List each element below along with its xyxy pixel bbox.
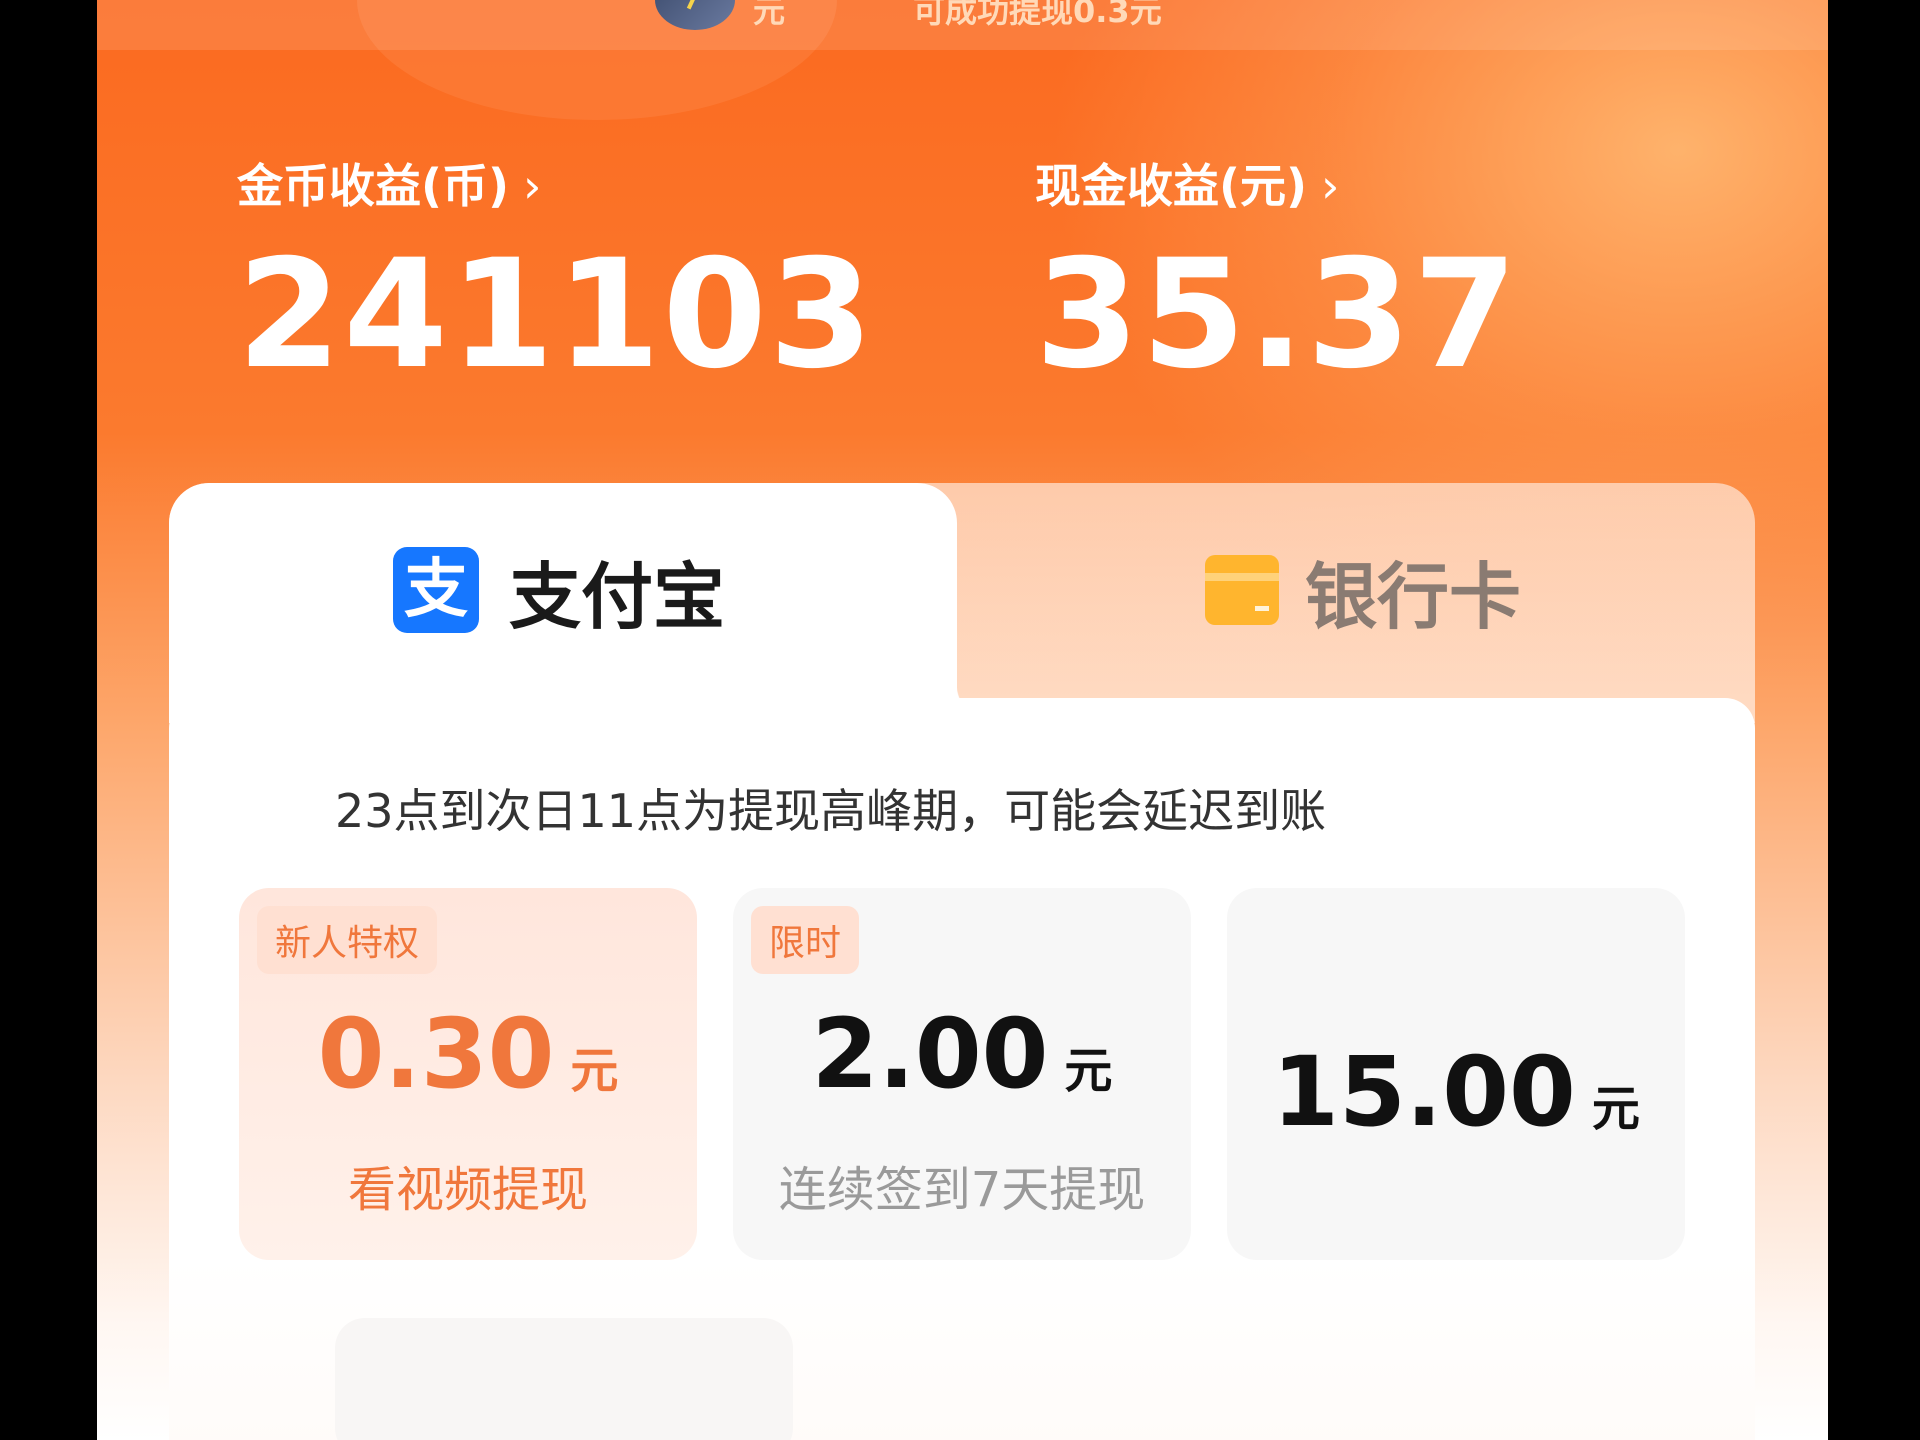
bank-card-icon	[1205, 555, 1279, 625]
tab-bank-content[interactable]: 银行卡	[1205, 545, 1521, 639]
withdraw-notice: 23点到次日11点为提现高峰期，可能会延迟到账	[335, 784, 1327, 838]
cash-earnings-value: 35.37	[1035, 228, 1520, 402]
top-banner-unit: 元	[753, 0, 786, 30]
option-desc: 看视频提现	[347, 1162, 588, 1218]
option-amount-value: 0.30	[317, 998, 555, 1110]
top-banner: 元 可成功提现0.3元	[97, 0, 1828, 50]
cash-earnings-link[interactable]: 现金收益(元) ›	[1035, 150, 1339, 216]
option-amount: 15.00 元	[1227, 1036, 1685, 1148]
withdraw-option-2.00[interactable]: 限时 2.00 元 连续签到7天提现	[733, 888, 1191, 1260]
option-amount-unit: 元	[570, 1043, 619, 1099]
avatar	[655, 0, 735, 30]
option-amount-value: 15.00	[1272, 1036, 1576, 1148]
chevron-right-icon: ›	[523, 159, 542, 213]
alipay-icon: 支	[393, 547, 479, 633]
coin-earnings-value: 241103	[237, 228, 876, 402]
tab-alipay-content[interactable]: 支 支付宝	[393, 545, 725, 639]
option-desc: 连续签到7天提现	[778, 1162, 1146, 1218]
cash-earnings-label: 现金收益(元)	[1035, 159, 1308, 213]
option-tag: 新人特权	[257, 906, 438, 974]
coin-earnings-label: 金币收益(币)	[237, 159, 510, 213]
withdraw-option-partial[interactable]	[335, 1318, 793, 1440]
option-tag: 限时	[751, 906, 860, 974]
withdraw-option-15.00[interactable]: 15.00 元	[1227, 888, 1685, 1260]
option-amount-unit: 元	[1064, 1043, 1113, 1099]
tab-alipay-label: 支付宝	[509, 554, 726, 639]
top-banner-text: 可成功提现0.3元	[913, 0, 1162, 30]
chevron-right-icon: ›	[1321, 159, 1340, 213]
option-amount: 0.30 元	[239, 998, 697, 1110]
option-amount: 2.00 元	[733, 998, 1191, 1110]
tab-bank-label: 银行卡	[1305, 554, 1522, 639]
coin-earnings-link[interactable]: 金币收益(币) ›	[237, 150, 541, 216]
option-amount-unit: 元	[1591, 1081, 1640, 1137]
withdraw-option-0.30[interactable]: 新人特权 0.30 元 看视频提现	[239, 888, 697, 1260]
app-screen: 元 可成功提现0.3元 金币收益(币) › 241103 现金收益(元) › 35.…	[97, 0, 1828, 1440]
option-amount-value: 2.00	[811, 998, 1049, 1110]
